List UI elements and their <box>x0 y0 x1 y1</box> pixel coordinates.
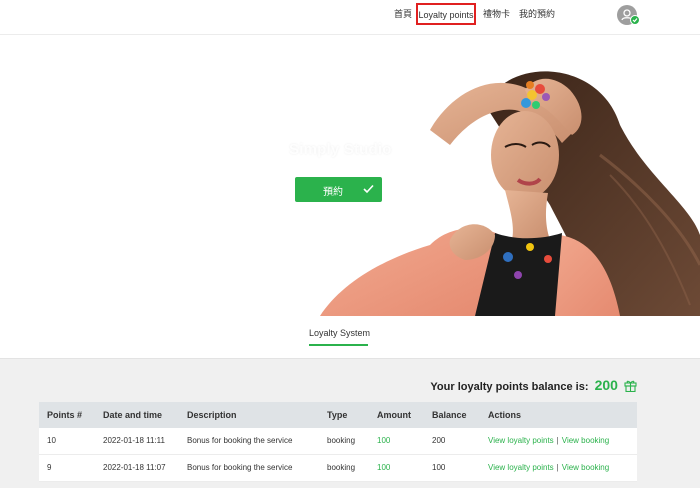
cell-date: 2022-01-18 11:11 <box>103 436 165 445</box>
view-booking-link[interactable]: View booking <box>562 436 609 445</box>
book-button-label: 預約 <box>323 187 343 198</box>
cell-description: Bonus for booking the service <box>187 463 293 472</box>
cell-balance: 100 <box>432 463 446 472</box>
nav-my-bookings-link[interactable]: 我的預約 <box>519 4 555 24</box>
table-header: Points # Date and time Description Type … <box>39 402 637 428</box>
table-row: 9 2022-01-18 11:07 Bonus for booking the… <box>39 455 637 482</box>
table-row: 10 2022-01-18 11:11 Bonus for booking th… <box>39 428 637 455</box>
header-points: Points # <box>47 410 83 420</box>
balance-value: 200 <box>594 377 618 393</box>
gift-icon <box>624 380 637 393</box>
hero-studio-title: Simply Studio <box>289 141 392 158</box>
check-icon <box>363 184 374 194</box>
hero-banner: Simply Studio 預約 <box>0 35 700 316</box>
loyalty-content: Your loyalty points balance is: 200 Poin… <box>0 359 700 488</box>
view-loyalty-points-link[interactable]: View loyalty points <box>488 436 554 445</box>
cell-description: Bonus for booking the service <box>187 436 293 445</box>
view-loyalty-points-link[interactable]: View loyalty points <box>488 463 554 472</box>
header-date: Date and time <box>103 410 163 420</box>
header-type: Type <box>327 410 348 420</box>
nav-home-link[interactable]: 首頁 <box>394 4 412 24</box>
active-tab-indicator <box>309 344 368 346</box>
book-now-button[interactable]: 預約 <box>295 177 382 202</box>
cell-date: 2022-01-18 11:07 <box>103 463 166 472</box>
cell-type: booking <box>327 463 356 472</box>
header-balance: Balance <box>432 410 467 420</box>
section-tab-bar: Loyalty System <box>0 316 700 359</box>
balance-label: Your loyalty points balance is: <box>430 381 589 393</box>
cell-actions: View loyalty points | View booking <box>488 428 609 454</box>
top-navbar: 首頁 Loyalty points 禮物卡 我的預約 <box>0 0 700 35</box>
cell-points: 10 <box>47 436 56 445</box>
hero-model-photo <box>320 71 700 316</box>
loyalty-points-table: Points # Date and time Description Type … <box>39 402 637 482</box>
cell-points: 9 <box>47 463 52 472</box>
nav-loyalty-points-link[interactable]: Loyalty points <box>416 3 476 25</box>
avatar-status-badge <box>630 15 640 25</box>
cell-actions: View loyalty points | View booking <box>488 455 609 481</box>
header-description: Description <box>187 410 237 420</box>
tab-loyalty-system[interactable]: Loyalty System <box>309 328 370 338</box>
cell-type: booking <box>327 436 356 445</box>
header-amount: Amount <box>377 410 411 420</box>
view-booking-link[interactable]: View booking <box>562 463 609 472</box>
check-icon <box>632 18 638 23</box>
nav-gift-card-link[interactable]: 禮物卡 <box>483 4 510 24</box>
actions-separator: | <box>556 463 559 472</box>
cell-balance: 200 <box>432 436 446 445</box>
cell-amount: 100 <box>377 436 391 445</box>
header-actions: Actions <box>488 410 522 420</box>
actions-separator: | <box>556 436 559 445</box>
loyalty-balance: Your loyalty points balance is: 200 <box>430 377 637 393</box>
cell-amount: 100 <box>377 463 391 472</box>
